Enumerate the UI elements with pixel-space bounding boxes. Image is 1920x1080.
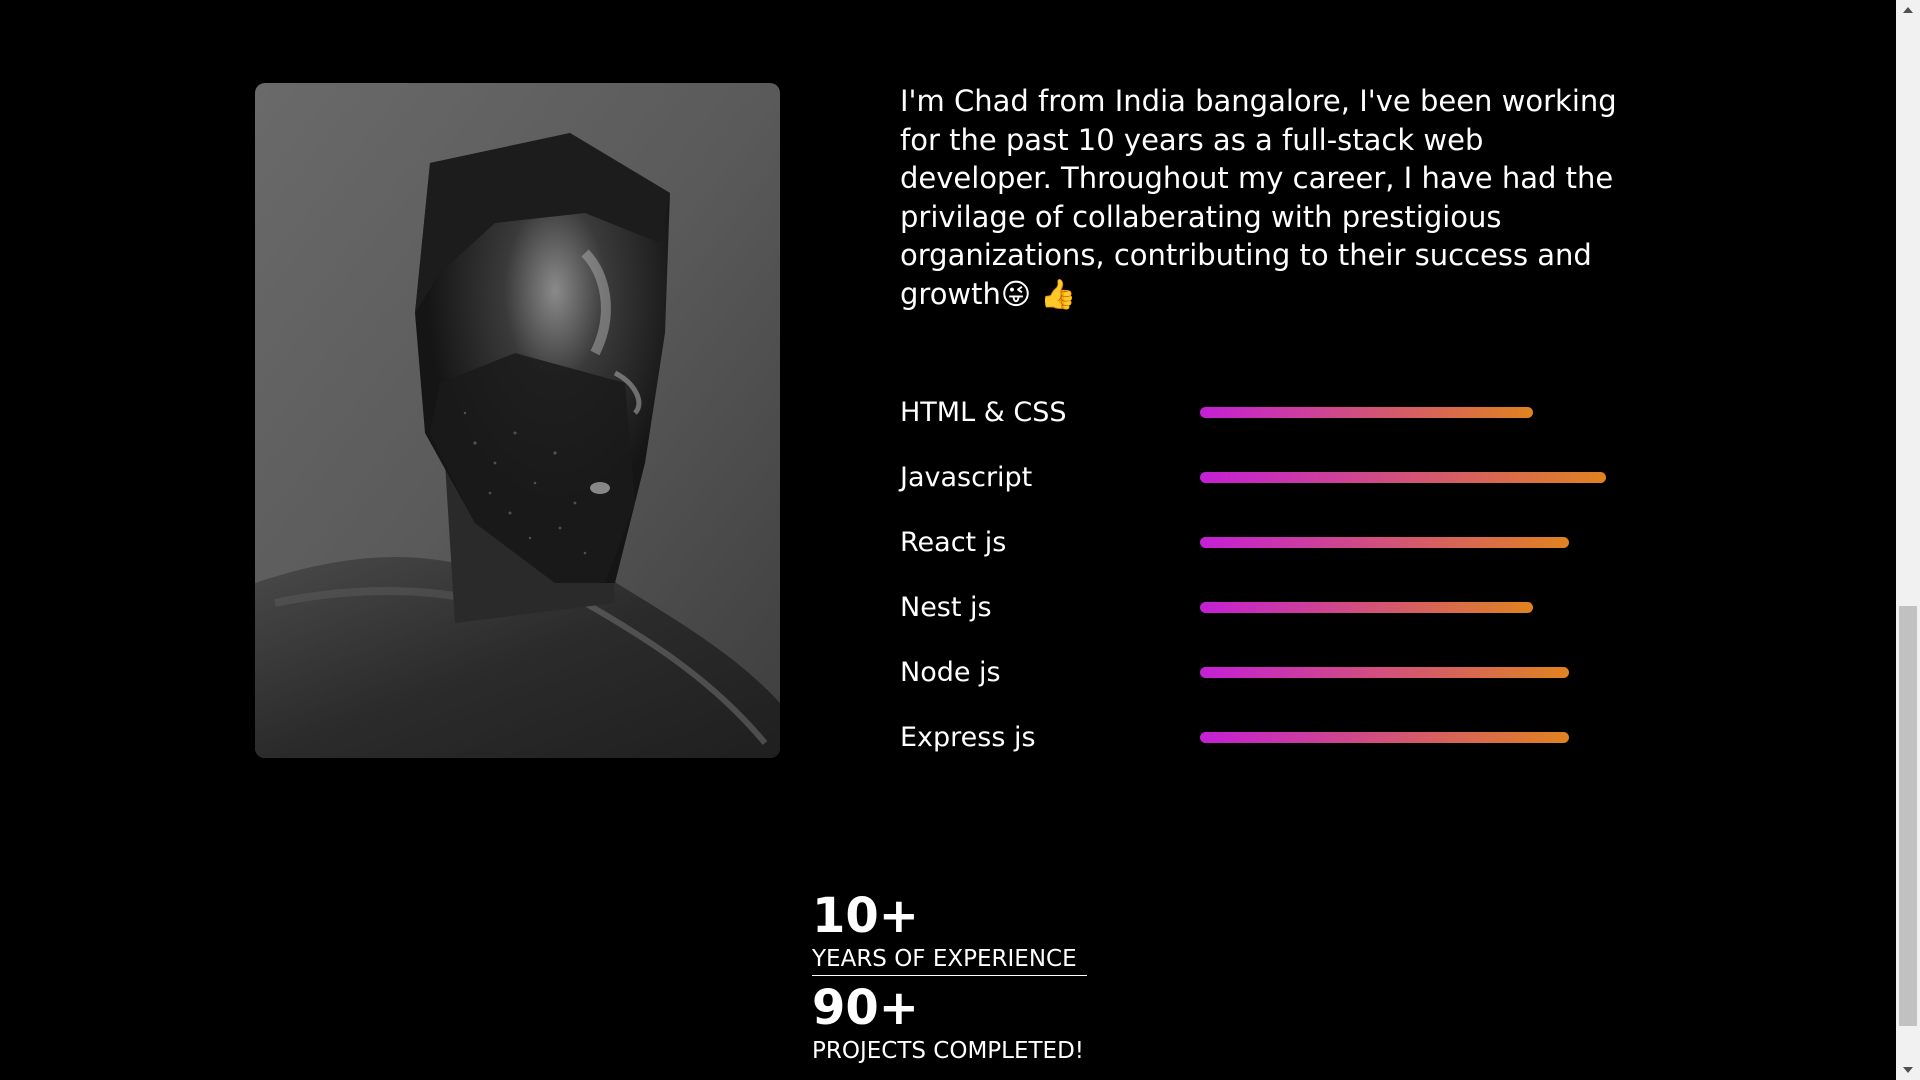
projects-completed-number: 90+ [812, 980, 920, 1036]
scroll-down-button[interactable] [1896, 1060, 1920, 1080]
skill-bar-node-js [1200, 667, 1569, 678]
projects-completed-label: PROJECTS COMPLETED! [812, 1038, 1085, 1064]
years-experience-label: YEARS OF EXPERIENCE [812, 945, 1087, 976]
skill-bar-javascript [1200, 472, 1606, 483]
profile-photo [255, 83, 780, 758]
vertical-scrollbar[interactable] [1896, 0, 1920, 1080]
skill-bar-nest-js [1200, 602, 1533, 613]
skill-label-nest-js: Nest js [900, 592, 992, 623]
scrollbar-thumb[interactable] [1899, 606, 1917, 1026]
skill-label-express-js: Express js [900, 722, 1036, 753]
skill-bar-html-css [1200, 407, 1533, 418]
emoji-thumbs-up: 👍 [1040, 276, 1077, 311]
skill-label-react-js: React js [900, 527, 1007, 558]
years-experience-number: 10+ [812, 888, 920, 944]
skill-label-node-js: Node js [900, 657, 1001, 688]
triangle-up-icon [1903, 7, 1913, 13]
skill-label-html-css: HTML & CSS [900, 397, 1067, 428]
intro-paragraph: I'm Chad from India bangalore, I've been… [900, 82, 1640, 313]
skill-bar-react-js [1200, 537, 1569, 548]
emoji-tongue-wink: 😜 [1000, 276, 1032, 311]
skill-bar-express-js [1200, 732, 1569, 743]
skill-label-javascript: Javascript [900, 462, 1033, 493]
about-section: I'm Chad from India bangalore, I've been… [0, 0, 1920, 1080]
scroll-up-button[interactable] [1896, 0, 1920, 20]
triangle-down-icon [1903, 1067, 1913, 1073]
